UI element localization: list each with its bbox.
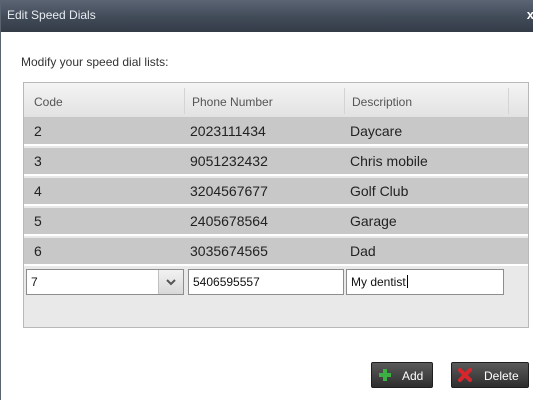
table-row[interactable]: 2 2023111434 Daycare bbox=[24, 118, 528, 146]
cell-description: Garage bbox=[350, 213, 397, 229]
delete-button[interactable]: Delete bbox=[451, 362, 529, 388]
cell-code: 6 bbox=[34, 243, 42, 259]
cell-code: 4 bbox=[34, 183, 42, 199]
cell-phone: 3204567677 bbox=[190, 183, 268, 199]
column-divider bbox=[184, 88, 185, 114]
table-row[interactable]: 6 3035674565 Dad bbox=[24, 238, 528, 266]
column-header-code[interactable]: Code bbox=[34, 95, 63, 109]
table-row[interactable]: 5 2405678564 Garage bbox=[24, 208, 528, 236]
column-divider bbox=[344, 88, 345, 114]
column-divider bbox=[508, 88, 509, 114]
description-field-value: My dentist bbox=[351, 275, 406, 289]
dialog-titlebar[interactable]: Edit Speed Dials x bbox=[1, 0, 533, 32]
plus-icon bbox=[379, 369, 391, 381]
cell-phone: 9051232432 bbox=[190, 153, 268, 169]
cell-code: 2 bbox=[34, 123, 42, 139]
cell-description: Daycare bbox=[350, 123, 403, 139]
cell-code: 5 bbox=[34, 213, 42, 229]
column-header-description[interactable]: Description bbox=[352, 95, 412, 109]
speed-dial-grid: Code Phone Number Description 2 20231114… bbox=[23, 82, 529, 328]
dialog-title: Edit Speed Dials bbox=[7, 8, 96, 22]
instruction-text: Modify your speed dial lists: bbox=[21, 55, 169, 69]
cell-description: Chris mobile bbox=[350, 153, 428, 169]
add-button[interactable]: Add bbox=[371, 362, 433, 388]
code-select-value: 7 bbox=[31, 275, 38, 289]
cell-code: 3 bbox=[34, 153, 42, 169]
close-icon[interactable]: x bbox=[522, 8, 533, 22]
description-field[interactable]: My dentist bbox=[346, 269, 504, 295]
cell-description: Golf Club bbox=[350, 183, 409, 199]
code-select[interactable]: 7 bbox=[26, 269, 184, 295]
cell-phone: 2405678564 bbox=[190, 213, 268, 229]
delete-x-icon bbox=[458, 368, 472, 382]
delete-button-label: Delete bbox=[484, 369, 519, 383]
column-header-phone[interactable]: Phone Number bbox=[192, 95, 273, 109]
cell-phone: 3035674565 bbox=[190, 243, 268, 259]
edit-row: 7 5406595557 My dentist bbox=[24, 267, 528, 299]
grid-header: Code Phone Number Description bbox=[24, 83, 528, 118]
text-cursor bbox=[406, 275, 408, 288]
chevron-down-icon[interactable] bbox=[158, 270, 183, 294]
edit-speed-dials-dialog: Edit Speed Dials x Modify your speed dia… bbox=[0, 0, 533, 400]
table-row[interactable]: 4 3204567677 Golf Club bbox=[24, 178, 528, 206]
add-button-label: Add bbox=[402, 369, 424, 383]
table-row[interactable]: 3 9051232432 Chris mobile bbox=[24, 148, 528, 176]
phone-number-field[interactable]: 5406595557 bbox=[188, 269, 344, 295]
cell-description: Dad bbox=[350, 243, 376, 259]
cell-phone: 2023111434 bbox=[190, 123, 266, 139]
